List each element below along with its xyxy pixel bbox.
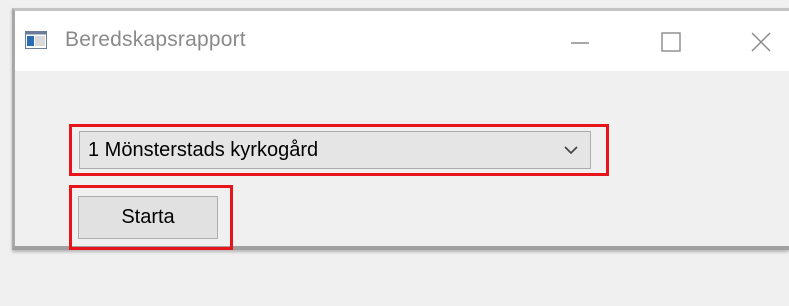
screen: Beredskapsrapport 1 Mönsterstads kyrkogå…	[0, 0, 789, 306]
title-bar[interactable]: Beredskapsrapport	[15, 11, 789, 71]
maximize-button[interactable]	[653, 24, 689, 60]
location-select[interactable]: 1 Mönsterstads kyrkogård	[79, 131, 591, 169]
location-select-value: 1 Mönsterstads kyrkogård	[88, 139, 319, 161]
window-title: Beredskapsrapport	[65, 28, 246, 51]
window-content: 1 Mönsterstads kyrkogård Starta	[15, 71, 789, 250]
minimize-button[interactable]	[563, 24, 599, 60]
minimize-icon	[571, 42, 589, 44]
app-window: Beredskapsrapport 1 Mönsterstads kyrkogå…	[12, 8, 789, 250]
app-window-icon	[25, 31, 47, 49]
maximize-icon	[661, 32, 681, 52]
close-button[interactable]	[743, 24, 779, 60]
chevron-down-icon[interactable]	[562, 142, 580, 158]
start-button[interactable]: Starta	[78, 196, 218, 239]
close-icon	[751, 32, 771, 52]
